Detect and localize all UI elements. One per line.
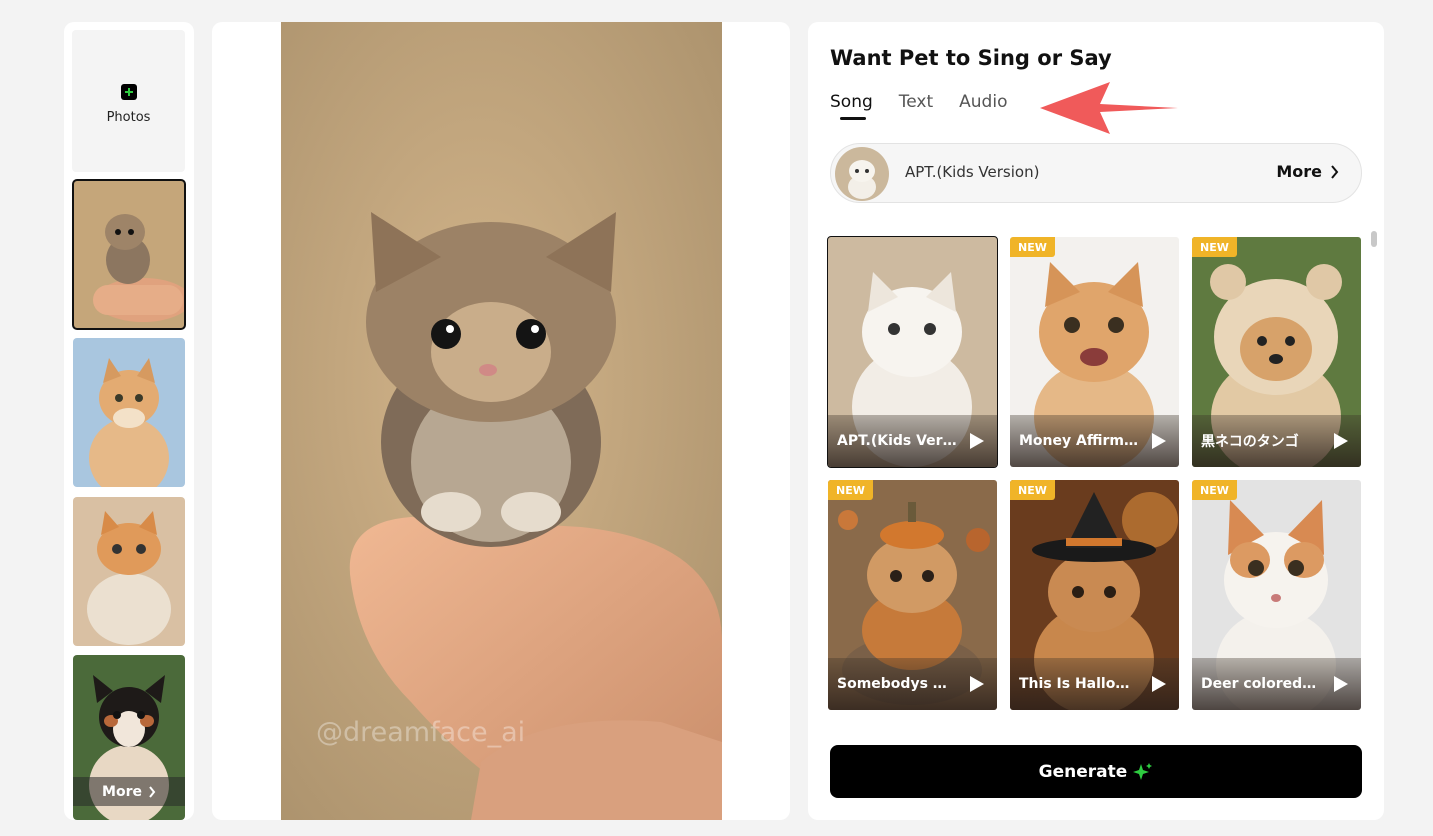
song-caption: Somebodys Watching Me <box>828 658 997 710</box>
song-caption: This Is Halloween <box>1010 658 1179 710</box>
new-badge: NEW <box>828 480 873 500</box>
chubby-cat-image <box>73 497 185 646</box>
song-more-button[interactable]: More <box>1276 162 1339 181</box>
new-badge: NEW <box>1010 480 1055 500</box>
sidebar-more-label: More <box>102 783 142 800</box>
song-card[interactable]: NEW 黒ネコのタンゴ <box>1192 237 1361 467</box>
new-badge: NEW <box>1192 237 1237 257</box>
song-avatar <box>835 147 889 201</box>
panel-title: Want Pet to Sing or Say <box>830 46 1112 70</box>
song-selection-panel: Want Pet to Sing or Say Song Text Audio … <box>808 22 1384 820</box>
mode-tabs: Song Text Audio <box>830 92 1007 120</box>
sparkle-icon <box>1133 762 1153 780</box>
song-card[interactable]: NEW This Is Halloween <box>1010 480 1179 710</box>
tab-audio[interactable]: Audio <box>959 92 1007 118</box>
song-grid-scrollbar[interactable] <box>1371 231 1377 247</box>
song-caption: Deer colored cat <box>1192 658 1361 710</box>
song-more-label: More <box>1276 162 1322 181</box>
song-title: Somebodys Watching Me <box>837 676 957 692</box>
song-card[interactable]: NEW Somebodys Watching Me <box>828 480 997 710</box>
chevron-right-icon <box>149 785 156 798</box>
generate-button[interactable]: Generate <box>830 745 1362 798</box>
photo-sidebar: Photos More <box>64 22 194 820</box>
play-icon[interactable] <box>969 432 985 450</box>
new-badge: NEW <box>1192 480 1237 500</box>
chevron-right-icon <box>1331 164 1339 179</box>
watermark-text: @dreamface_ai <box>316 717 526 748</box>
play-icon[interactable] <box>1333 432 1349 450</box>
play-icon[interactable] <box>969 675 985 693</box>
play-icon[interactable] <box>1151 432 1167 450</box>
kitten-finger-image <box>73 180 185 329</box>
song-caption: Money Affirmations <box>1010 415 1179 467</box>
play-icon[interactable] <box>1333 675 1349 693</box>
tab-song[interactable]: Song <box>830 92 873 120</box>
song-title: Deer colored cat <box>1201 676 1321 692</box>
song-title: 黒ネコのタンゴ <box>1201 434 1299 450</box>
song-card[interactable]: NEW Money Affirmations <box>1010 237 1179 467</box>
selected-song-name: APT.(Kids Version) <box>905 163 1040 181</box>
new-badge: NEW <box>1010 237 1055 257</box>
selected-song-bar[interactable]: APT.(Kids Version) More <box>830 143 1362 203</box>
song-card[interactable]: APT.(Kids Version) <box>827 236 998 468</box>
tab-text[interactable]: Text <box>899 92 933 118</box>
song-caption: 黒ネコのタンゴ <box>1192 415 1361 467</box>
upload-photos-button[interactable]: Photos <box>72 30 185 172</box>
photo-thumb-orange-cat[interactable] <box>73 338 185 487</box>
song-title: Money Affirmations <box>1019 433 1139 449</box>
upload-label: Photos <box>106 109 151 125</box>
photo-thumb-puppy[interactable]: More <box>73 655 185 820</box>
song-card[interactable]: NEW Deer colored cat <box>1192 480 1361 710</box>
generate-label: Generate <box>1038 761 1128 782</box>
red-arrow-annotation-icon <box>1040 82 1178 134</box>
preview-panel: @dreamface_ai <box>212 22 790 820</box>
photo-thumb-chubby-cat[interactable] <box>73 497 185 646</box>
play-icon[interactable] <box>1151 675 1167 693</box>
song-title: APT.(Kids Version) <box>837 433 957 449</box>
orange-cat-image <box>73 338 185 487</box>
song-title: This Is Halloween <box>1019 676 1139 692</box>
add-photo-icon <box>120 83 137 100</box>
sidebar-more-button[interactable]: More <box>73 777 185 806</box>
photo-thumb-kitten-finger[interactable] <box>72 179 186 330</box>
preview-image <box>281 22 722 820</box>
song-caption: APT.(Kids Version) <box>828 415 997 467</box>
